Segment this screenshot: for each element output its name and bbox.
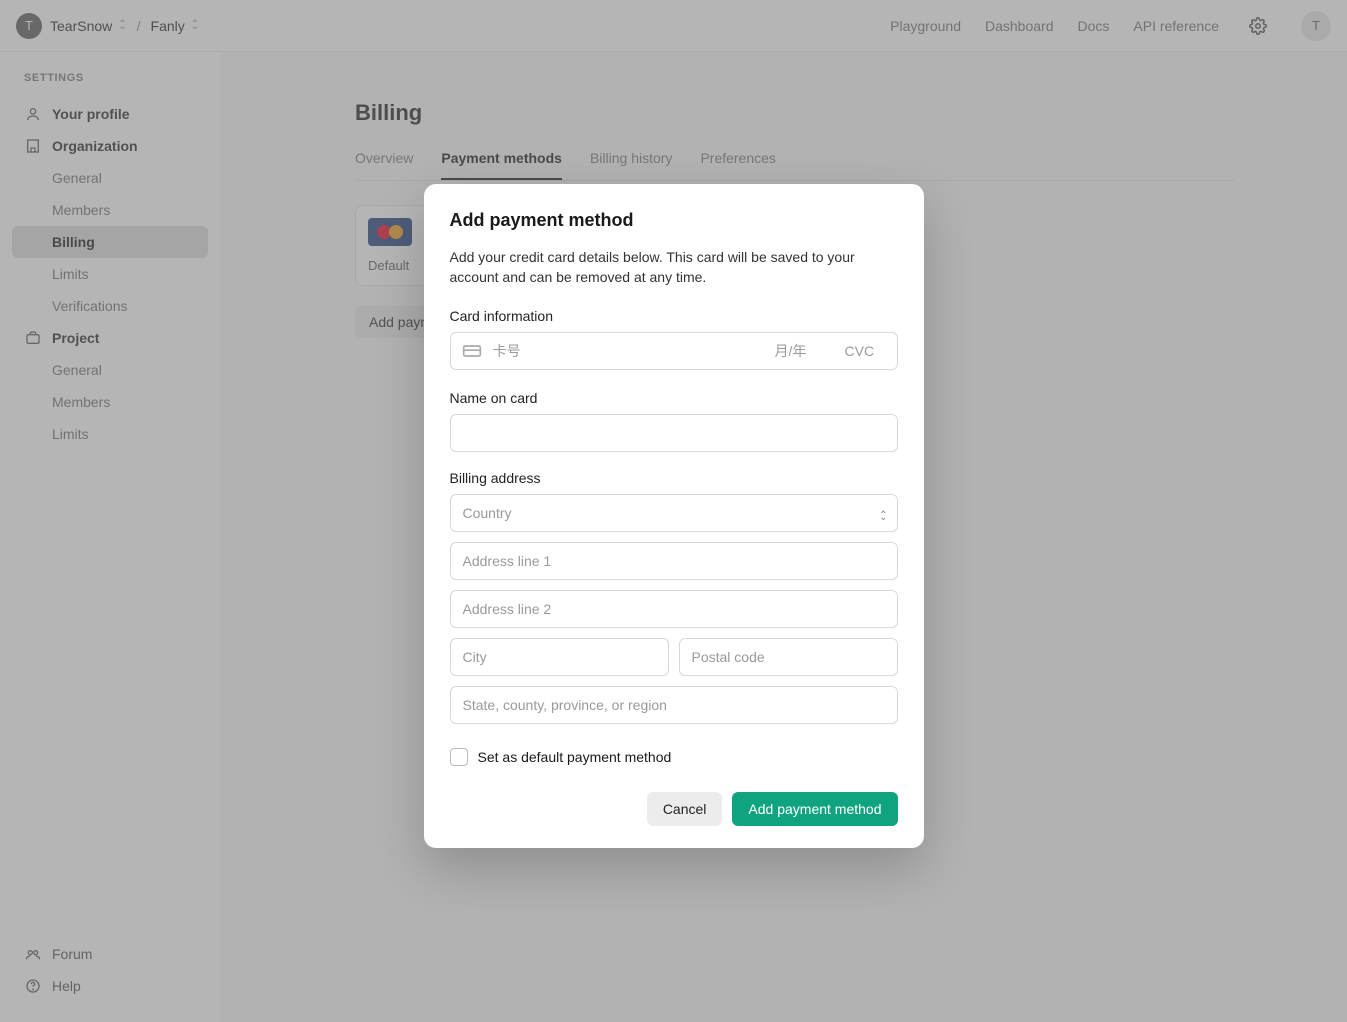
- name-on-card-label: Name on card: [450, 390, 898, 406]
- default-checkbox-label: Set as default payment method: [478, 749, 672, 765]
- modal-title: Add payment method: [450, 210, 898, 231]
- default-checkbox[interactable]: [450, 748, 468, 766]
- card-cvc-input[interactable]: [837, 333, 897, 369]
- card-info-label: Card information: [450, 308, 898, 324]
- modal-description: Add your credit card details below. This…: [450, 247, 898, 288]
- address-line2-input[interactable]: [450, 590, 898, 628]
- city-input[interactable]: [450, 638, 669, 676]
- credit-card-icon: [451, 343, 485, 359]
- cancel-button[interactable]: Cancel: [647, 792, 723, 826]
- modal-overlay[interactable]: Add payment method Add your credit card …: [0, 0, 1347, 1022]
- postal-code-input[interactable]: [679, 638, 898, 676]
- name-on-card-input[interactable]: [450, 414, 898, 452]
- address-line1-input[interactable]: [450, 542, 898, 580]
- billing-address-label: Billing address: [450, 470, 898, 486]
- country-select[interactable]: Country: [450, 494, 898, 532]
- card-input-group: [450, 332, 898, 370]
- submit-button[interactable]: Add payment method: [732, 792, 897, 826]
- add-payment-modal: Add payment method Add your credit card …: [424, 184, 924, 848]
- card-expiry-input[interactable]: [767, 333, 837, 369]
- card-number-input[interactable]: [485, 333, 767, 369]
- state-input[interactable]: [450, 686, 898, 724]
